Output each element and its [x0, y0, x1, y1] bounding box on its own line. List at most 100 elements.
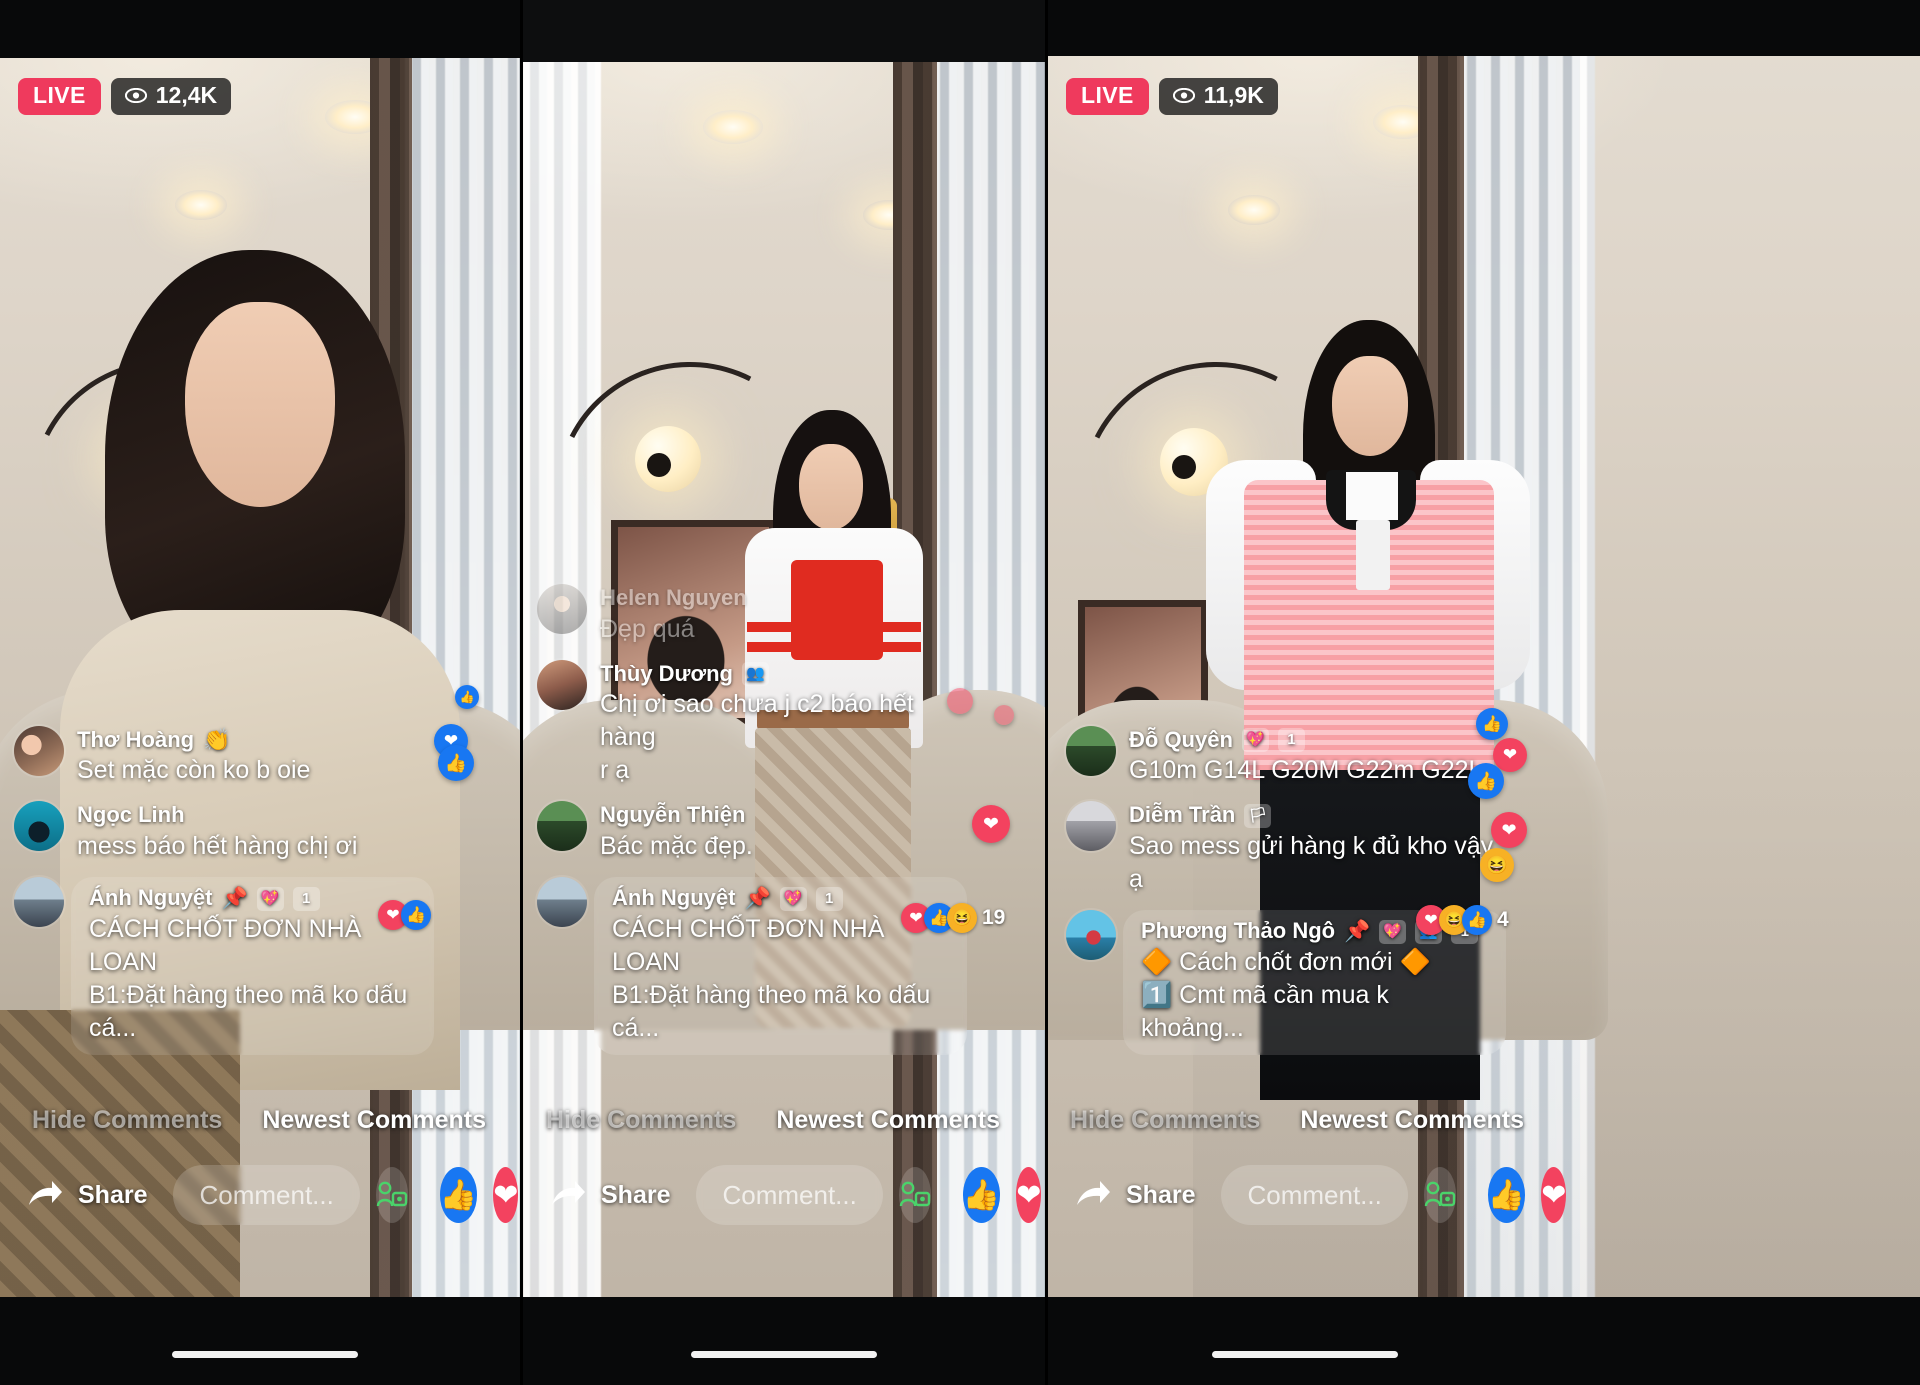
hide-comments-button[interactable]: Hide Comments	[1070, 1106, 1260, 1135]
hide-comments-button[interactable]: Hide Comments	[546, 1106, 736, 1135]
viewer-list-button[interactable]	[375, 1167, 408, 1223]
comment-item[interactable]: Thơ Hoàng 👏 Set mặc còn ko b oie	[14, 725, 434, 788]
pin-icon: 📌	[221, 886, 248, 910]
home-indicator	[172, 1351, 358, 1358]
heart-badge-icon: 💖	[1241, 727, 1269, 752]
avatar[interactable]	[537, 583, 587, 634]
share-arrow-icon	[29, 1181, 62, 1205]
comment-text: G10m G14L G20M G22m G22L	[1129, 756, 1483, 785]
avatar[interactable]	[14, 801, 64, 852]
letterbox-top-3	[1048, 0, 1920, 56]
like-reaction-button[interactable]: 👍	[962, 1167, 1001, 1223]
viewer-count-value: 11,9K	[1203, 82, 1264, 108]
avatar[interactable]	[1066, 801, 1116, 852]
clap-emoji-icon: 👏	[203, 726, 231, 752]
live-status-group-1: LIVE 12,4K	[18, 78, 232, 115]
comment-controls-1[interactable]: Hide Comments Newest Comments	[32, 1106, 486, 1135]
reaction-count: 19	[982, 906, 1006, 929]
comment-controls-2[interactable]: Hide Comments Newest Comments	[546, 1106, 1000, 1135]
comment-item-pinned[interactable]: Ánh Nguyệt 📌 💖 1 CÁCH CHỐT ĐƠN NHÀ LOAN …	[14, 877, 434, 1055]
comment-text: Set mặc còn ko b oie	[77, 756, 311, 785]
hide-comments-button[interactable]: Hide Comments	[32, 1106, 222, 1135]
reaction-count: 4	[1497, 908, 1509, 931]
viewer-count-value: 12,4K	[155, 82, 218, 108]
comment-controls-3[interactable]: Hide Comments Newest Comments	[1070, 1106, 1524, 1135]
comment-item[interactable]: Thùy Dương 👥 Chị ơi sao chưa j c2 báo hế…	[537, 659, 967, 788]
tag-friend-icon: 👥	[742, 661, 769, 686]
pin-icon: 📌	[744, 886, 771, 910]
newest-comments-button[interactable]: Newest Comments	[1300, 1106, 1524, 1135]
floating-reaction-like: 👍	[438, 745, 474, 781]
love-reaction-button[interactable]: ❤	[1016, 1167, 1042, 1223]
comment-list-3[interactable]: Đỗ Quyên 💖 1 G10m G14L G20M G22m G22L Di…	[1066, 725, 1506, 1055]
comment-text: Sao mess gửi hàng k đủ kho vậy ạ	[1129, 832, 1494, 894]
floating-reaction-heart-tiny	[994, 705, 1014, 725]
pinned-reaction-pill-3[interactable]: ❤ 😆 👍 4	[1416, 905, 1509, 935]
love-reaction-button[interactable]: ❤	[1541, 1167, 1567, 1223]
share-button[interactable]: Share	[16, 1175, 157, 1215]
love-reaction-button[interactable]: ❤	[493, 1167, 519, 1223]
avatar[interactable]	[537, 659, 587, 710]
comment-author: Helen Nguyen	[600, 584, 747, 610]
comment-input[interactable]: Comment...	[696, 1165, 883, 1225]
viewer-list-button[interactable]	[1423, 1167, 1456, 1223]
panel-divider-1	[520, 0, 523, 1385]
live-stream-panel-2: Helen Nguyen Đẹp quá Thùy Dương 👥 Chị ơi…	[523, 0, 1045, 1385]
live-stream-panel-3: LIVE 11,9K Đỗ Quyên 💖 1 G10m G14L G20M G…	[1048, 0, 1920, 1385]
action-bar-2: Share Comment... 👍 ❤	[523, 1165, 1045, 1225]
eye-icon	[1172, 88, 1195, 103]
letterbox-top-2	[523, 0, 1045, 62]
comment-item[interactable]: Diễm Trần 🏳 Sao mess gửi hàng k đủ kho v…	[1066, 801, 1506, 896]
thumbs-up-icon[interactable]: 👍	[1462, 905, 1492, 935]
viewer-silhouette-icon	[1424, 1181, 1456, 1207]
comment-author: Ngọc Linh	[77, 802, 185, 828]
viewer-list-button[interactable]	[898, 1167, 931, 1223]
laughing-face-icon[interactable]: 😆	[947, 903, 977, 933]
comment-item[interactable]: Đỗ Quyên 💖 1 G10m G14L G20M G22m G22L	[1066, 725, 1506, 788]
letterbox-bottom-1	[0, 1297, 520, 1385]
comment-item[interactable]: Nguyễn Thiện Bác mặc đẹp.	[537, 801, 967, 863]
pinned-reaction-pill-1[interactable]: ❤ 👍	[378, 900, 431, 930]
flag-badge-icon: 🏳	[1244, 803, 1272, 828]
comment-input[interactable]: Comment...	[1221, 1165, 1408, 1225]
avatar[interactable]	[14, 877, 64, 928]
number-badge-icon: 1	[292, 886, 320, 911]
avatar[interactable]	[1066, 725, 1116, 776]
like-reaction-button[interactable]: 👍	[439, 1167, 478, 1223]
share-label: Share	[601, 1180, 671, 1209]
number-badge-icon: 1	[815, 886, 843, 911]
live-badge: LIVE	[1066, 78, 1149, 115]
comment-text: mess báo hết hàng chị ơi	[77, 832, 358, 861]
live-status-group-3: LIVE 11,9K	[1066, 78, 1278, 115]
comment-author: Ánh Nguyệt 📌 💖 1	[612, 885, 949, 912]
avatar[interactable]	[537, 801, 587, 852]
like-reaction-button[interactable]: 👍	[1487, 1167, 1526, 1223]
avatar[interactable]	[1066, 910, 1116, 961]
share-button[interactable]: Share	[539, 1175, 680, 1215]
comment-input[interactable]: Comment...	[173, 1165, 360, 1225]
comment-placeholder: Comment...	[722, 1179, 857, 1210]
avatar[interactable]	[537, 877, 587, 928]
comment-placeholder: Comment...	[199, 1179, 334, 1210]
home-indicator	[691, 1351, 877, 1358]
thumbs-up-icon[interactable]: 👍	[401, 900, 431, 930]
live-badge: LIVE	[18, 78, 101, 115]
newest-comments-button[interactable]: Newest Comments	[776, 1106, 1000, 1135]
comment-list-1[interactable]: Thơ Hoàng 👏 Set mặc còn ko b oie Ngọc Li…	[14, 725, 434, 1055]
avatar[interactable]	[14, 725, 64, 776]
letterbox-bottom-3	[1048, 1297, 1920, 1385]
comment-list-2[interactable]: Helen Nguyen Đẹp quá Thùy Dương 👥 Chị ơi…	[537, 583, 967, 1055]
comment-item[interactable]: Ngọc Linh mess báo hết hàng chị ơi	[14, 801, 434, 863]
comment-text: 🔶 Cách chốt đơn mới 🔶 1️⃣ Cmt mã cần mua…	[1141, 948, 1431, 1042]
share-button[interactable]: Share	[1064, 1175, 1205, 1215]
comment-text: Bác mặc đẹp.	[600, 832, 753, 861]
share-arrow-icon	[1077, 1181, 1110, 1205]
action-bar-1: Share Comment... 👍 ❤	[0, 1165, 520, 1225]
eye-icon	[124, 88, 147, 103]
viewer-count-badge: 12,4K	[110, 78, 232, 115]
action-bar-3: Share Comment... 👍 ❤	[1048, 1165, 1573, 1225]
pinned-reaction-pill-2[interactable]: ❤ 👍 😆 19	[901, 903, 1005, 933]
newest-comments-button[interactable]: Newest Comments	[262, 1106, 486, 1135]
live-stream-panel-1: LIVE 12,4K Thơ Hoàng 👏 Set mặc còn ko b …	[0, 0, 520, 1385]
comment-item[interactable]: Helen Nguyen Đẹp quá	[537, 583, 967, 646]
